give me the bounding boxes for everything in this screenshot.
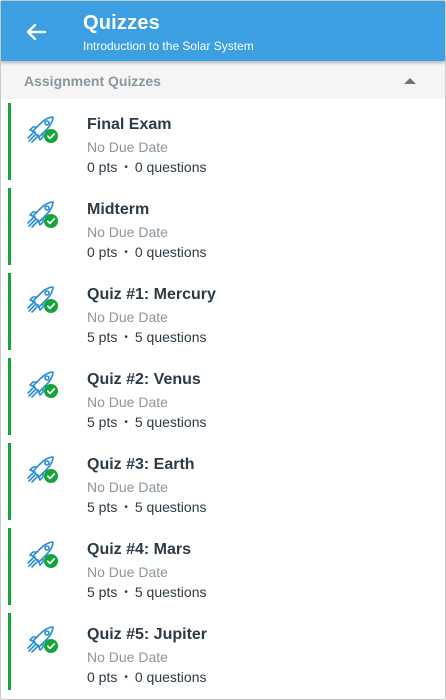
rocket-quiz-published-icon: [27, 116, 58, 143]
quiz-list-item[interactable]: Quiz #4: Mars No Due Date 5 pts • 5 questi…: [1, 524, 445, 609]
rocket-quiz-published-icon: [27, 286, 58, 313]
quiz-title: Quiz #3: Earth: [87, 456, 195, 473]
quiz-title: Final Exam: [87, 116, 172, 133]
quiz-points: 5 pts: [87, 499, 118, 515]
quiz-meta: 5 pts • 5 questions: [87, 584, 206, 600]
quiz-list-item[interactable]: Quiz #1: Mercury No Due Date 5 pts • 5 que…: [1, 269, 445, 354]
quiz-points: 0 pts: [87, 669, 118, 685]
quiz-meta: 0 pts • 0 questions: [87, 669, 206, 685]
quiz-due-date: No Due Date: [87, 479, 168, 495]
quiz-list-item[interactable]: Quiz #5: Jupiter No Due Date 0 pts • 0 que…: [1, 609, 445, 694]
quiz-title: Quiz #4: Mars: [87, 541, 192, 558]
quiz-question-count: 0 questions: [134, 159, 207, 175]
rocket-quiz-published-icon: [27, 201, 58, 228]
quiz-meta: 0 pts • 0 questions: [87, 159, 206, 175]
quiz-due-date: No Due Date: [87, 224, 168, 240]
quiz-title: Quiz #1: Mercury: [87, 286, 216, 303]
quiz-due-date: No Due Date: [87, 309, 168, 325]
quiz-title: Quiz #2: Venus: [87, 371, 201, 388]
quiz-due-date: No Due Date: [87, 649, 168, 665]
quiz-title: Midterm: [87, 201, 150, 218]
separator-dot: •: [124, 502, 128, 513]
quiz-meta: 0 pts • 0 questions: [87, 244, 206, 260]
quiz-points: 0 pts: [87, 159, 118, 175]
quiz-question-count: 0 questions: [134, 669, 207, 685]
rocket-quiz-published-icon: [27, 541, 58, 568]
arrow-left-icon: [26, 23, 46, 41]
quiz-due-date: No Due Date: [87, 564, 168, 580]
rocket-quiz-published-icon: [27, 626, 58, 653]
quiz-question-count: 5 questions: [134, 329, 207, 345]
quiz-list-item[interactable]: Quiz #3: Earth No Due Date 5 pts • 5 quest…: [1, 439, 445, 524]
separator-dot: •: [124, 672, 128, 683]
separator-dot: •: [124, 247, 128, 258]
published-status-bar: [8, 188, 11, 265]
section-title: Assignment Quizzes: [24, 73, 161, 89]
quiz-title: Quiz #5: Jupiter: [87, 626, 208, 643]
course-subtitle: Introduction to the Solar System: [83, 39, 254, 53]
quiz-list-item[interactable]: Midterm No Due Date 0 pts • 0 questions: [1, 184, 445, 269]
published-status-bar: [8, 443, 11, 520]
quiz-meta: 5 pts • 5 questions: [87, 414, 206, 430]
quiz-points: 5 pts: [87, 414, 118, 430]
published-status-bar: [8, 103, 11, 180]
page-title: Quizzes: [83, 12, 160, 34]
quiz-question-count: 5 questions: [134, 584, 207, 600]
quiz-list: Final Exam No Due Date 0 pts • 0 questions: [1, 99, 445, 694]
section-header-assignment-quizzes[interactable]: Assignment Quizzes: [1, 61, 445, 99]
published-status-bar: [8, 613, 11, 690]
quiz-meta: 5 pts • 5 questions: [87, 499, 206, 515]
quiz-list-item[interactable]: Final Exam No Due Date 0 pts • 0 questions: [1, 99, 445, 184]
back-button[interactable]: [19, 15, 53, 49]
rocket-quiz-published-icon: [27, 456, 58, 483]
quiz-due-date: No Due Date: [87, 394, 168, 410]
separator-dot: •: [124, 587, 128, 598]
published-status-bar: [8, 358, 11, 435]
quiz-points: 5 pts: [87, 584, 118, 600]
app-frame: Quizzes Introduction to the Solar System…: [0, 0, 446, 700]
quiz-list-item[interactable]: Quiz #2: Venus No Due Date 5 pts • 5 quest…: [1, 354, 445, 439]
quiz-points: 0 pts: [87, 244, 118, 260]
separator-dot: •: [124, 417, 128, 428]
published-status-bar: [8, 528, 11, 605]
quiz-question-count: 5 questions: [134, 414, 207, 430]
quiz-question-count: 5 questions: [134, 499, 207, 515]
published-status-bar: [8, 273, 11, 350]
separator-dot: •: [124, 332, 128, 343]
caret-up-icon[interactable]: [403, 76, 417, 86]
quiz-meta: 5 pts • 5 questions: [87, 329, 206, 345]
quiz-question-count: 0 questions: [134, 244, 207, 260]
quiz-points: 5 pts: [87, 329, 118, 345]
rocket-quiz-published-icon: [27, 371, 58, 398]
app-toolbar: Quizzes Introduction to the Solar System: [1, 1, 445, 61]
quiz-due-date: No Due Date: [87, 139, 168, 155]
separator-dot: •: [124, 162, 128, 173]
